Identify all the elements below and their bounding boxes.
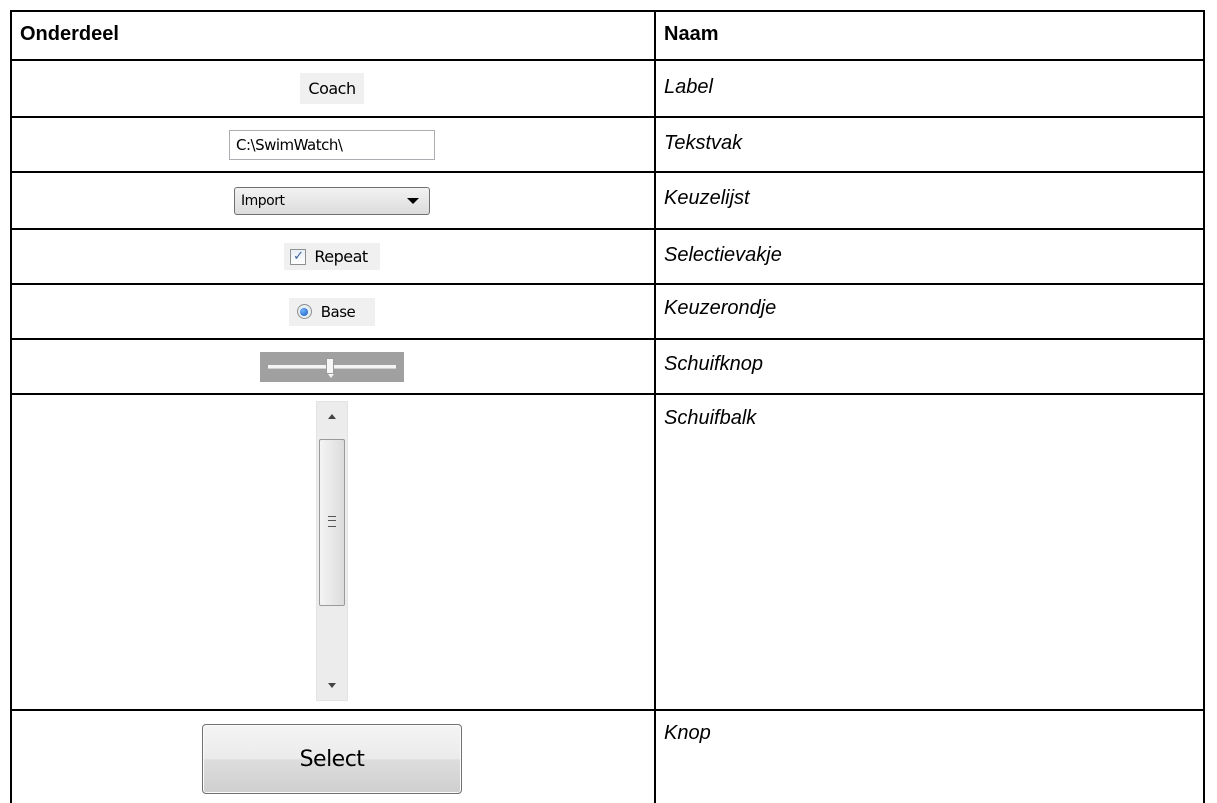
header-name: Naam	[664, 23, 719, 45]
sample-scrollbar-control[interactable]	[316, 401, 348, 701]
table-border-middle	[654, 10, 656, 803]
header-part: Onderdeel	[20, 23, 119, 45]
arrow-down-icon[interactable]	[328, 683, 336, 688]
control-name: Keuzerondje	[664, 297, 777, 319]
arrow-up-icon[interactable]	[328, 414, 336, 419]
table-row: Select	[10, 711, 654, 803]
sample-textbox-control[interactable]: C:\SwimWatch\	[229, 129, 435, 160]
control-name: Schuifbalk	[664, 407, 757, 429]
sample-radio-control[interactable]: Base	[288, 297, 376, 326]
checkbox-label: Repeat	[314, 247, 368, 266]
checkmark-icon[interactable]: ✓	[290, 248, 307, 265]
control-name: Keuzelijst	[664, 187, 750, 209]
radio-label: Base	[320, 302, 356, 321]
slider-thumb[interactable]	[326, 357, 334, 378]
grip-icon	[328, 516, 336, 527]
sample-label-control: Coach	[300, 73, 364, 104]
controls-table: Onderdeel Naam Coach Label C:\SwimWatch\…	[0, 0, 1217, 803]
radio-selected-icon[interactable]	[296, 304, 312, 319]
chevron-down-icon[interactable]	[407, 197, 419, 204]
table-border-top	[10, 10, 1203, 12]
table-row: ✓ Repeat	[10, 230, 654, 283]
control-name: Schuifknop	[664, 353, 763, 375]
scrollbar-thumb[interactable]	[319, 439, 345, 606]
table-row	[10, 340, 654, 393]
table-row	[10, 395, 654, 709]
control-name: Knop	[664, 722, 711, 744]
control-name: Label	[664, 76, 713, 98]
control-name: Tekstvak	[664, 132, 743, 154]
sample-slider-control[interactable]	[260, 351, 404, 382]
table-border-right	[1203, 10, 1205, 803]
sample-combobox-control[interactable]: Import	[234, 186, 430, 215]
table-row: C:\SwimWatch\	[10, 118, 654, 171]
control-name: Selectievakje	[664, 244, 782, 266]
sample-checkbox-control[interactable]: ✓ Repeat	[284, 243, 380, 270]
combobox-value: Import	[241, 192, 285, 209]
sample-select-button[interactable]: Select	[202, 724, 462, 794]
table-row: Coach	[10, 61, 654, 116]
table-row: Import	[10, 173, 654, 228]
table-row: Base	[10, 285, 654, 338]
